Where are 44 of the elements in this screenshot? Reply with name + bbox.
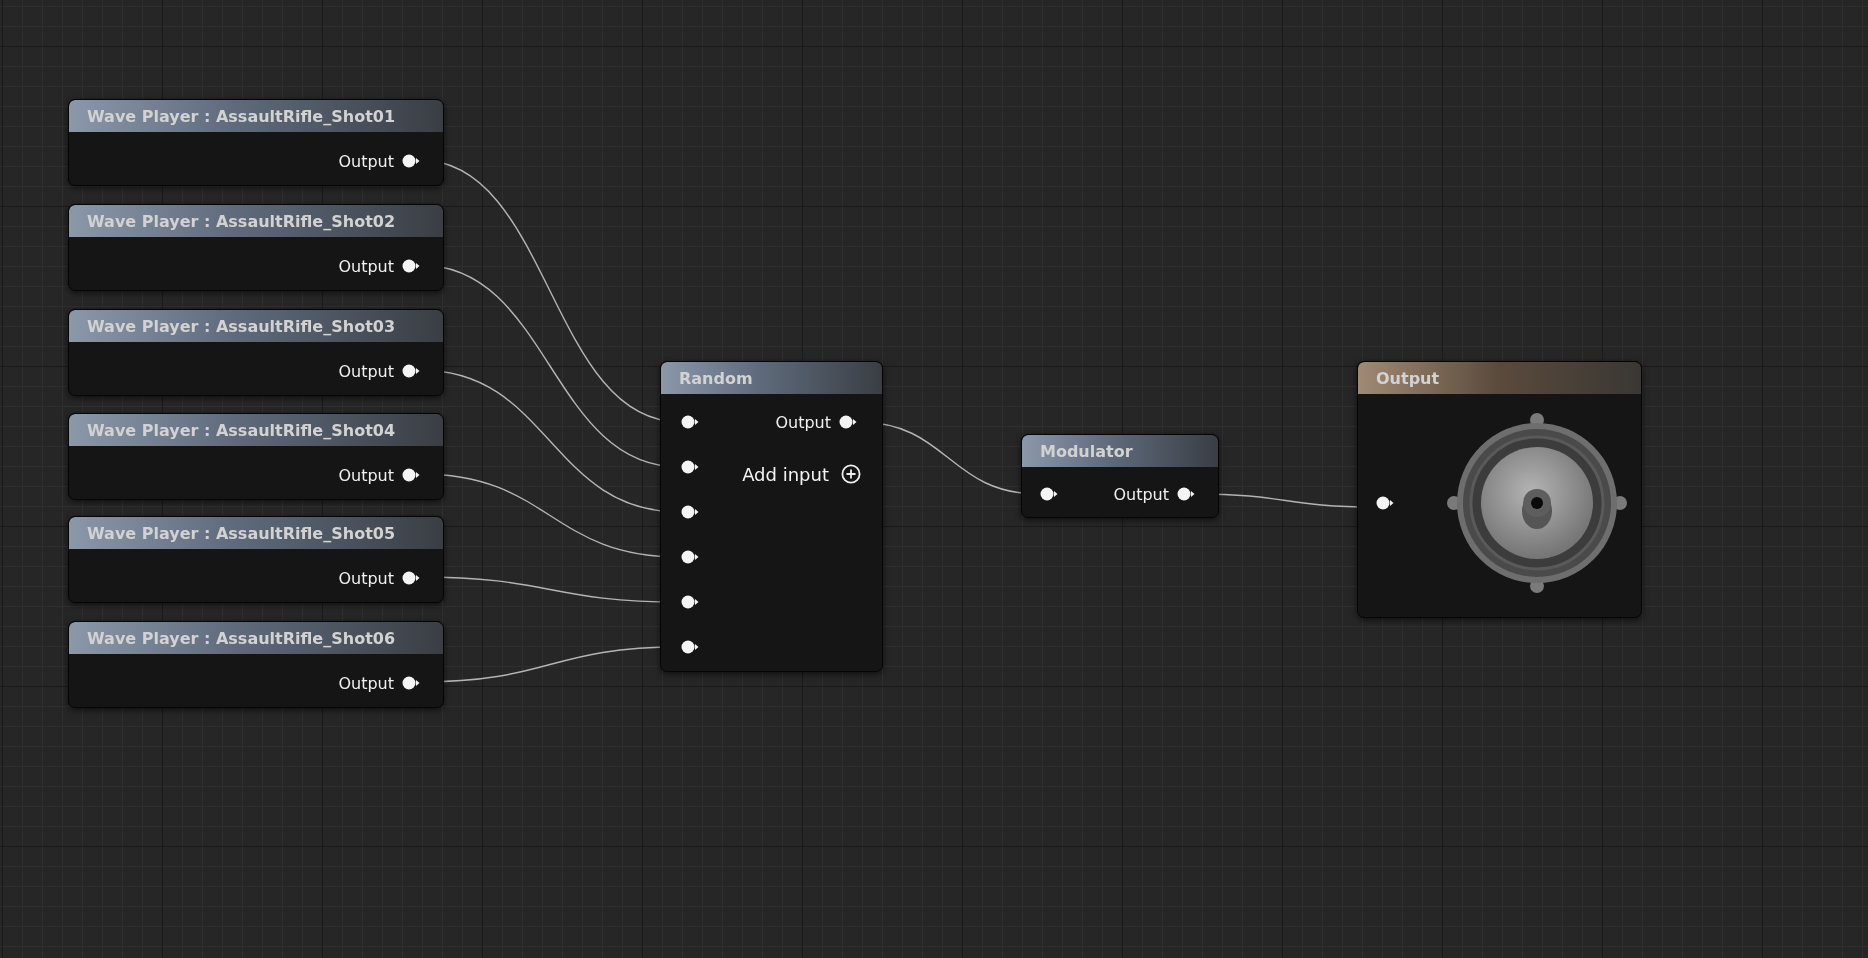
modulator-node[interactable]: Modulator Output xyxy=(1021,434,1219,518)
wave-player-node[interactable]: Wave Player : AssaultRifle_Shot01 Output xyxy=(68,99,444,186)
pin-icon[interactable] xyxy=(1040,487,1058,501)
wave-player-node[interactable]: Wave Player : AssaultRifle_Shot02 Output xyxy=(68,204,444,291)
node-title: Wave Player : AssaultRifle_Shot01 xyxy=(69,100,443,132)
pin-label: Output xyxy=(338,568,394,588)
pin-icon[interactable] xyxy=(681,415,699,429)
wave-player-node[interactable]: Wave Player : AssaultRifle_Shot03 Output xyxy=(68,309,444,396)
node-title: Random xyxy=(661,362,882,394)
pin-label: Output xyxy=(338,361,394,381)
wave-player-node[interactable]: Wave Player : AssaultRifle_Shot06 Output xyxy=(68,621,444,708)
add-input-button[interactable]: Add input xyxy=(742,461,861,487)
pin-icon[interactable] xyxy=(402,571,420,585)
pin-icon[interactable] xyxy=(402,468,420,482)
speaker-icon xyxy=(1447,412,1627,593)
pin-icon[interactable] xyxy=(402,154,420,168)
pin-label: Output xyxy=(338,151,394,171)
random-node[interactable]: Random Output Add input xyxy=(660,361,883,672)
pin-icon[interactable] xyxy=(839,415,857,429)
node-title: Modulator xyxy=(1022,435,1218,467)
wave-player-node[interactable]: Wave Player : AssaultRifle_Shot05 Output xyxy=(68,516,444,603)
pin-label: Output xyxy=(1113,484,1169,504)
pin-icon[interactable] xyxy=(1376,495,1394,510)
node-title: Wave Player : AssaultRifle_Shot04 xyxy=(69,414,443,446)
pin-label: Output xyxy=(338,673,394,693)
node-title: Wave Player : AssaultRifle_Shot05 xyxy=(69,517,443,549)
node-title: Output xyxy=(1358,362,1641,394)
pin-label: Output xyxy=(775,412,831,432)
plus-circle-icon xyxy=(841,464,861,484)
pin-icon[interactable] xyxy=(402,259,420,273)
pin-icon[interactable] xyxy=(681,640,699,654)
node-title: Wave Player : AssaultRifle_Shot06 xyxy=(69,622,443,654)
pin-icon[interactable] xyxy=(681,595,699,609)
node-title: Wave Player : AssaultRifle_Shot03 xyxy=(69,310,443,342)
pin-icon[interactable] xyxy=(402,676,420,690)
pin-label: Output xyxy=(338,465,394,485)
pin-icon[interactable] xyxy=(681,460,699,474)
pin-icon[interactable] xyxy=(681,550,699,564)
pin-icon[interactable] xyxy=(402,364,420,378)
wave-player-node[interactable]: Wave Player : AssaultRifle_Shot04 Output xyxy=(68,413,444,500)
node-title: Wave Player : AssaultRifle_Shot02 xyxy=(69,205,443,237)
pin-label: Output xyxy=(338,256,394,276)
pin-icon[interactable] xyxy=(1177,487,1195,501)
pin-icon[interactable] xyxy=(681,505,699,519)
